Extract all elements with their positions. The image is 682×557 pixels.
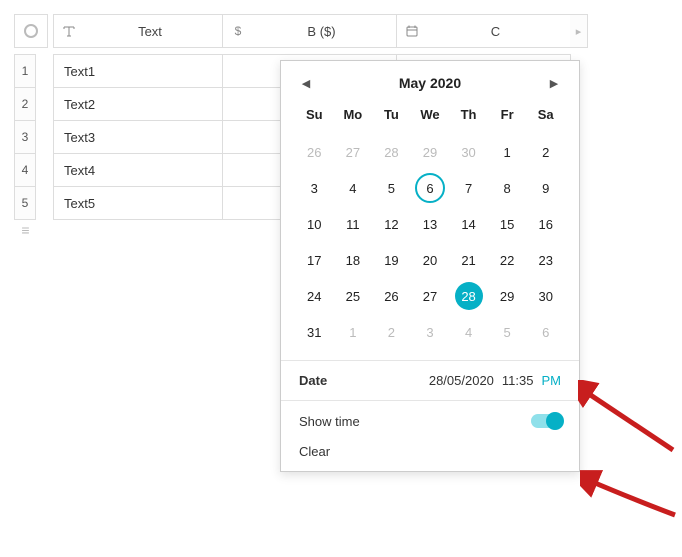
date-icon	[405, 25, 419, 37]
cell-text[interactable]: Text2	[53, 87, 223, 121]
day-cell[interactable]: 4	[334, 172, 373, 204]
day-cell[interactable]: 16	[526, 208, 565, 240]
cell-text[interactable]: Text1	[53, 54, 223, 88]
select-all-cell[interactable]	[14, 14, 48, 48]
day-cell[interactable]: 22	[488, 244, 527, 276]
day-cell[interactable]: 5	[488, 316, 527, 348]
day-cell[interactable]: 25	[334, 280, 373, 312]
column-header-text[interactable]: Text	[53, 14, 223, 48]
day-cell[interactable]: 29	[411, 136, 450, 168]
weekday-header: Sa	[526, 101, 565, 132]
row-number[interactable]: 1	[14, 54, 36, 88]
next-month-button[interactable]: ▶	[547, 77, 561, 90]
show-time-toggle[interactable]	[531, 414, 561, 428]
day-cell[interactable]: 28	[372, 136, 411, 168]
cell-text[interactable]: Text5	[53, 186, 223, 220]
weekday-header: Su	[295, 101, 334, 132]
day-cell[interactable]: 17	[295, 244, 334, 276]
day-cell[interactable]: 19	[372, 244, 411, 276]
column-header-currency[interactable]: $ B ($)	[222, 14, 397, 48]
add-row-button[interactable]: ≡	[14, 223, 36, 237]
column-label: Text	[86, 24, 214, 39]
day-cell[interactable]: 31	[295, 316, 334, 348]
day-cell[interactable]: 9	[526, 172, 565, 204]
column-label: C	[429, 24, 562, 39]
day-cell[interactable]: 27	[411, 280, 450, 312]
row-number[interactable]: 3	[14, 120, 36, 154]
day-cell[interactable]: 29	[488, 280, 527, 312]
weekday-header: Tu	[372, 101, 411, 132]
date-picker-popup: ◀ May 2020 ▶ SuMoTuWeThFrSa2627282930123…	[280, 60, 580, 472]
date-value[interactable]: 28/05/2020	[429, 373, 494, 388]
month-year-title[interactable]: May 2020	[399, 75, 461, 91]
clear-button[interactable]: Clear	[299, 444, 330, 459]
toggle-knob	[546, 412, 564, 430]
weekday-header: Th	[449, 101, 488, 132]
prev-month-button[interactable]: ◀	[299, 77, 313, 90]
day-cell[interactable]: 27	[334, 136, 373, 168]
day-cell[interactable]: 10	[295, 208, 334, 240]
day-cell[interactable]: 4	[449, 316, 488, 348]
day-cell[interactable]: 3	[411, 316, 450, 348]
day-cell[interactable]: 1	[334, 316, 373, 348]
weekday-header: Mo	[334, 101, 373, 132]
annotation-arrow	[578, 380, 678, 460]
row-number[interactable]: 2	[14, 87, 36, 121]
select-all-icon	[24, 24, 38, 38]
text-icon	[62, 25, 76, 37]
day-cell[interactable]: 15	[488, 208, 527, 240]
cell-text[interactable]: Text4	[53, 153, 223, 187]
day-cell[interactable]: 30	[526, 280, 565, 312]
day-cell[interactable]: 23	[526, 244, 565, 276]
row-number[interactable]: 4	[14, 153, 36, 187]
column-header-date[interactable]: C	[396, 14, 571, 48]
day-cell[interactable]: 8	[488, 172, 527, 204]
day-today[interactable]: 6	[411, 172, 450, 204]
day-cell[interactable]: 13	[411, 208, 450, 240]
ampm-toggle[interactable]: PM	[542, 373, 562, 388]
day-cell[interactable]: 1	[488, 136, 527, 168]
day-cell[interactable]: 2	[526, 136, 565, 168]
day-cell[interactable]: 5	[372, 172, 411, 204]
day-cell[interactable]: 11	[334, 208, 373, 240]
time-value[interactable]: 11:35	[502, 373, 534, 388]
day-cell[interactable]: 26	[295, 136, 334, 168]
day-selected[interactable]: 28	[449, 280, 488, 312]
show-time-label: Show time	[299, 414, 360, 429]
day-cell[interactable]: 30	[449, 136, 488, 168]
day-cell[interactable]: 20	[411, 244, 450, 276]
chevron-right-icon: ▸	[576, 25, 582, 38]
add-row-icon: ≡	[21, 222, 28, 238]
day-cell[interactable]: 21	[449, 244, 488, 276]
cell-text[interactable]: Text3	[53, 120, 223, 154]
weekday-header: Fr	[488, 101, 527, 132]
day-cell[interactable]: 7	[449, 172, 488, 204]
day-cell[interactable]: 6	[526, 316, 565, 348]
weekday-header: We	[411, 101, 450, 132]
day-cell[interactable]: 14	[449, 208, 488, 240]
day-cell[interactable]: 18	[334, 244, 373, 276]
day-cell[interactable]: 3	[295, 172, 334, 204]
add-column-button[interactable]: ▸	[570, 14, 588, 48]
annotation-arrow	[580, 470, 680, 530]
day-cell[interactable]: 2	[372, 316, 411, 348]
column-label: B ($)	[255, 24, 388, 39]
day-cell[interactable]: 12	[372, 208, 411, 240]
day-cell[interactable]: 26	[372, 280, 411, 312]
row-number[interactable]: 5	[14, 186, 36, 220]
header-row: Text $ B ($) C ▸	[14, 14, 588, 48]
currency-icon: $	[231, 24, 245, 38]
day-cell[interactable]: 24	[295, 280, 334, 312]
date-label: Date	[299, 373, 327, 388]
